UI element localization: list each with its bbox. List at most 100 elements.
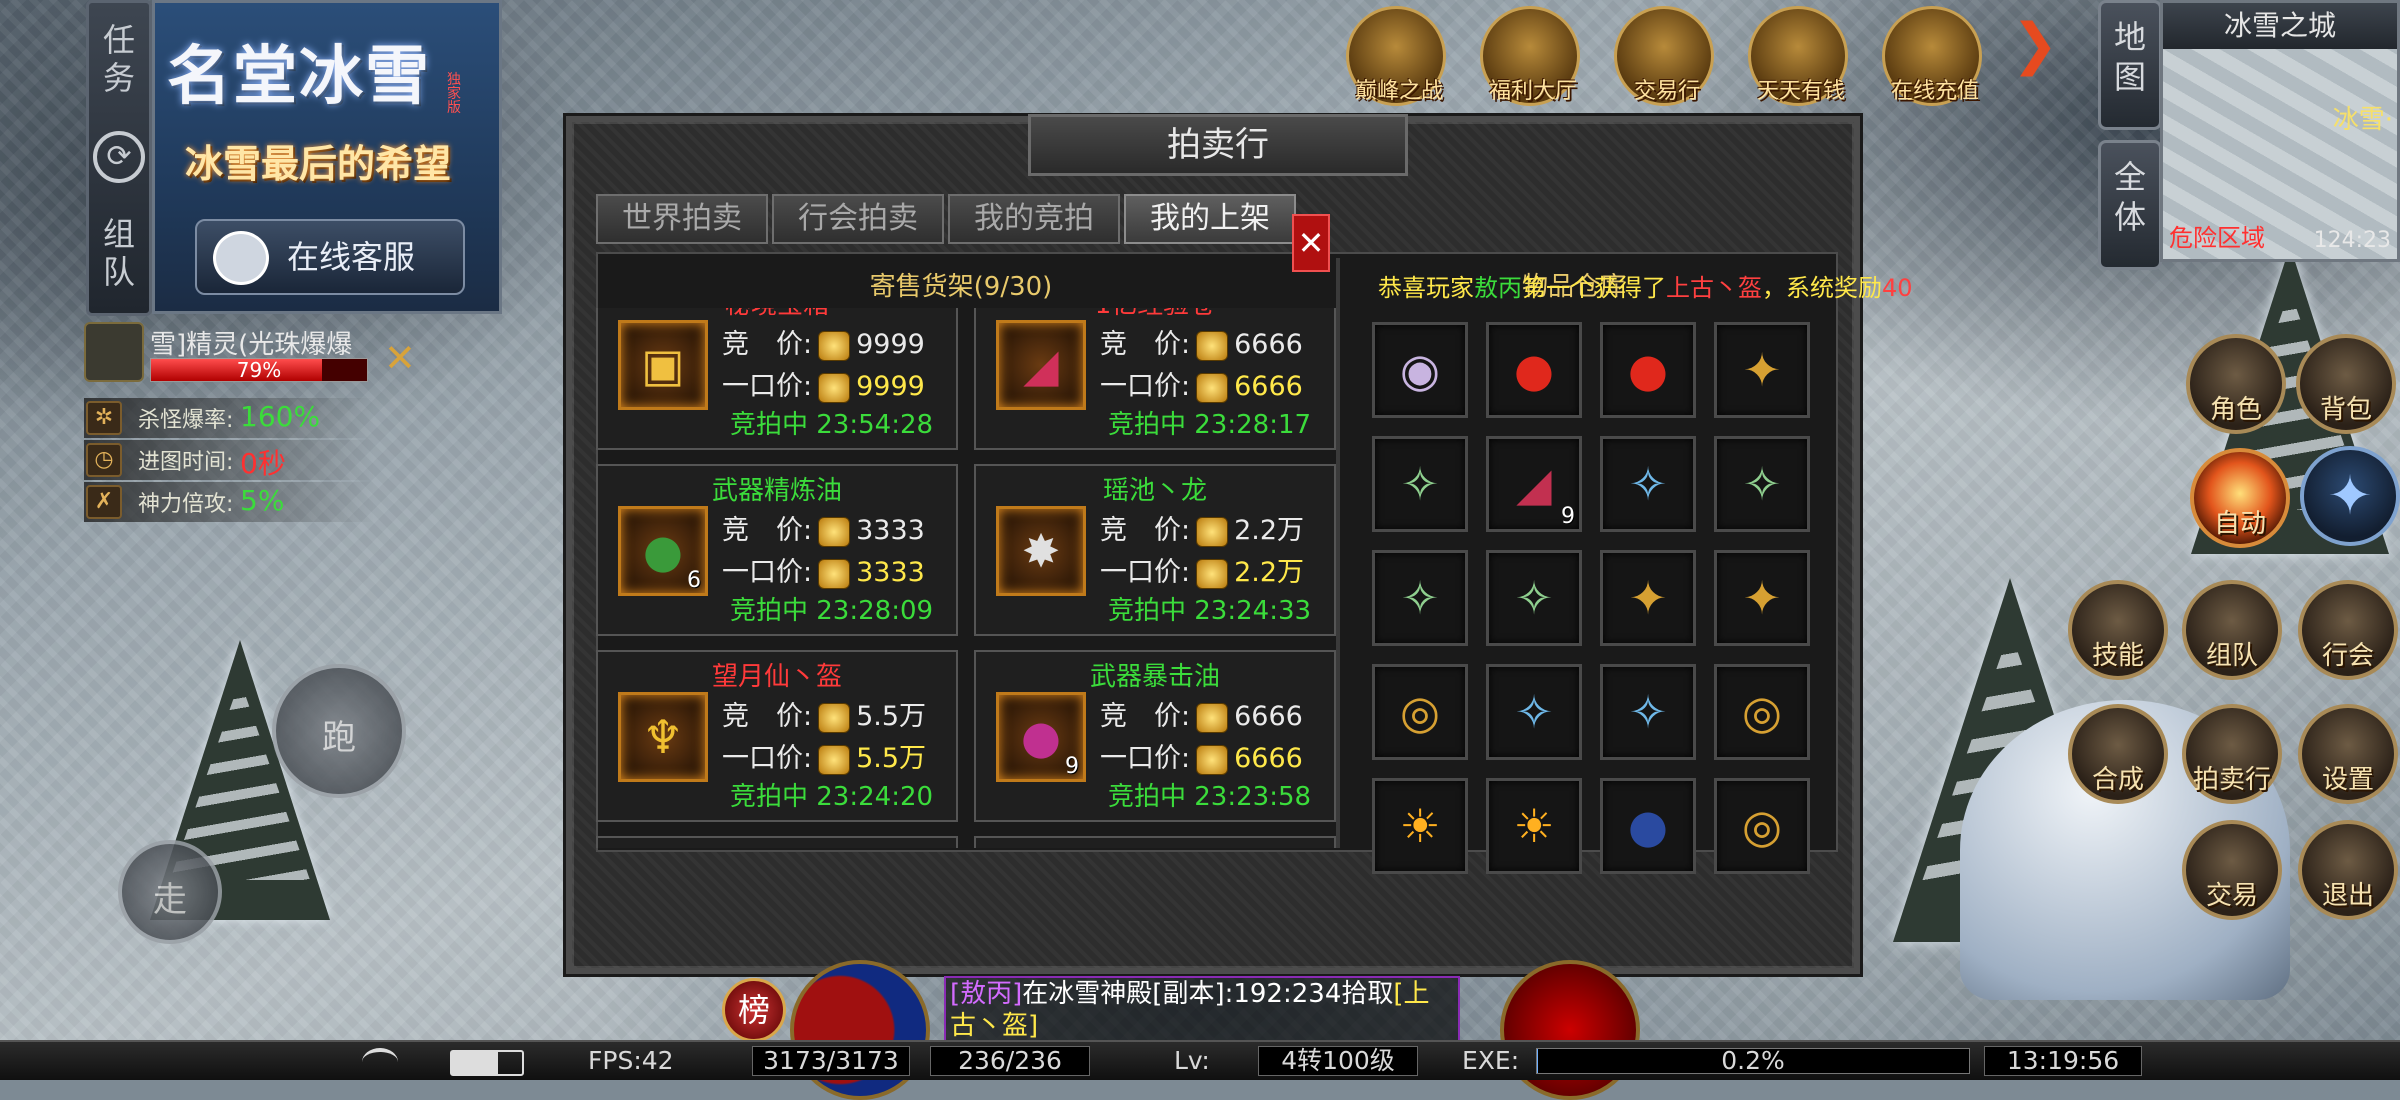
inventory-slot[interactable]: ●: [1600, 778, 1696, 874]
menu-button[interactable]: 技能: [2068, 580, 2168, 680]
buyout-price: 2.2万: [1234, 557, 1305, 588]
item-name: 武器暴击油: [1089, 662, 1220, 692]
minimap-view[interactable]: 冰雪· 危险区域 124:23: [2163, 49, 2397, 259]
menu-button[interactable]: 背包: [2296, 334, 2396, 434]
top-event-button[interactable]: 福利大厅: [1480, 6, 1580, 106]
inventory-slot[interactable]: ✧: [1714, 436, 1810, 532]
player-status: 雪]精灵(光珠爆爆 79%: [84, 322, 374, 384]
item-icon: ✧: [1514, 571, 1554, 625]
listing-card[interactable]: 武器精炼油 ● 6 竞 价: 3333 一口价: 3333 竞拍中 23:28:09: [596, 464, 958, 636]
menu-button[interactable]: 交易: [2182, 820, 2282, 920]
inventory-grid[interactable]: ◉ ● ● ✦ ✧ ◢ 9 ✧ ✧ ✧ ✧ ✦ ✦ ◎ ✧ ✧ ◎ ☀ ☀ ● ◎: [1372, 322, 1832, 874]
inventory-slot[interactable]: ☀: [1486, 778, 1582, 874]
item-icon: ✧: [1628, 685, 1668, 739]
gold-coin-icon: [818, 744, 851, 775]
close-button[interactable]: ✕: [1292, 214, 1330, 272]
inventory-slot[interactable]: ◎: [1714, 778, 1810, 874]
inventory-slot[interactable]: ✧: [1372, 436, 1468, 532]
menu-button-label: 背包: [2319, 395, 2372, 425]
walk-joystick[interactable]: 走: [118, 840, 222, 944]
refresh-icon[interactable]: ⟳: [89, 131, 149, 183]
top-event-button[interactable]: 在线充值: [1882, 6, 1982, 106]
item-icon[interactable]: ● 6: [618, 506, 708, 596]
menu-button[interactable]: 组队: [2182, 580, 2282, 680]
online-support-label: 在线客服: [287, 238, 416, 276]
inventory-slot[interactable]: ✧: [1372, 550, 1468, 646]
run-button[interactable]: 跑: [272, 664, 406, 798]
tab-4[interactable]: 我的上架: [1124, 194, 1296, 244]
minimap[interactable]: 冰雪之城 冰雪· 危险区域 124:23: [2160, 0, 2400, 262]
inventory-slot[interactable]: ✧: [1600, 436, 1696, 532]
item-icon[interactable]: ♆: [618, 692, 708, 782]
item-icon: ☀: [1399, 799, 1441, 853]
item-icon[interactable]: ✸: [996, 506, 1086, 596]
gold-coin-icon: [818, 516, 851, 547]
inventory-slot[interactable]: ✧: [1600, 664, 1696, 760]
tab-2[interactable]: 行会拍卖: [772, 194, 944, 244]
dragon-avatar-icon[interactable]: [84, 322, 144, 382]
listing-card[interactable]: 武器暴击油 ● 9 竞 价: 6666 一口价: 6666 竞拍中 23:23:58: [974, 650, 1336, 822]
all-channel-button[interactable]: 全体: [2098, 140, 2162, 270]
menu-button[interactable]: 合成: [2068, 704, 2168, 804]
inventory-slot[interactable]: ✧: [1486, 550, 1582, 646]
menu-button-label: 设置: [2321, 765, 2374, 795]
menu-button[interactable]: 行会: [2298, 580, 2398, 680]
banner-slogan: 冰雪最后的希望: [185, 144, 452, 186]
listing-card[interactable]: 秘境宝箱▣竞 价:9999一口价:9999竞拍中 23:54:28: [596, 308, 958, 450]
stat-label: 杀怪爆率:: [138, 408, 234, 433]
side-menu: 任务 ⟳ 组队: [86, 0, 152, 316]
top-event-button[interactable]: 天天有钱: [1748, 6, 1848, 106]
task-button[interactable]: 任务: [89, 21, 149, 97]
item-icon: ◎: [1741, 799, 1783, 853]
inventory-slot[interactable]: ◎: [1714, 664, 1810, 760]
gold-coin-icon: [1196, 516, 1229, 547]
ranking-button[interactable]: 榜: [722, 978, 786, 1042]
item-icon[interactable]: ● 9: [996, 692, 1086, 782]
listing-card[interactable]: 望月仙丶盔 ♆ 竞 价: 5.5万 一口价: 5.5万 竞拍中 23:24:20: [596, 650, 958, 822]
menu-button[interactable]: 退出: [2298, 820, 2398, 920]
stat-value: 160%: [240, 400, 321, 433]
listing-card[interactable]: 沧店宝珠②: [596, 836, 958, 848]
menu-button[interactable]: 设置: [2298, 704, 2398, 804]
inventory-slot[interactable]: ◢ 9: [1486, 436, 1582, 532]
inventory-slot[interactable]: ✦: [1714, 322, 1810, 418]
menu-button[interactable]: 自动: [2190, 448, 2290, 548]
online-support-button[interactable]: 在线客服: [195, 219, 465, 295]
stat-value: 0秒: [240, 447, 286, 480]
auction-status: 竞拍中 23:54:28: [730, 410, 934, 440]
team-button[interactable]: 组队: [89, 215, 149, 291]
map-button[interactable]: 地图: [2098, 0, 2162, 130]
listing-grid[interactable]: 秘境宝箱▣竞 价:9999一口价:9999竞拍中 23:54:281亿经验卷◢竞…: [596, 308, 1336, 848]
inventory-slot[interactable]: ◉: [1372, 322, 1468, 418]
inventory-slot[interactable]: ✦: [1714, 550, 1810, 646]
compass-icon[interactable]: ✦: [2300, 446, 2400, 546]
listing-card[interactable]: 1亿经验卷◢竞 价:6666一口价:6666竞拍中 23:28:17: [974, 308, 1336, 450]
menu-button-label: 角色: [2209, 395, 2262, 425]
inventory-slot[interactable]: ●: [1486, 322, 1582, 418]
crossed-swords-icon[interactable]: ✕: [384, 336, 416, 380]
top-event-button[interactable]: 巅峰之战: [1346, 6, 1446, 106]
listing-card[interactable]: 【残】流光: [974, 836, 1336, 848]
listing-card[interactable]: 瑶池丶龙 ✸ 竞 价: 2.2万 一口价: 2.2万 竞拍中 23:24:33: [974, 464, 1336, 636]
inventory-slot[interactable]: ☀: [1372, 778, 1468, 874]
item-icon: ☀: [1513, 799, 1555, 853]
item-icon[interactable]: ▣: [618, 320, 708, 410]
bid-price: 2.2万: [1234, 515, 1305, 546]
bid-price: 9999: [856, 329, 925, 360]
chat-message[interactable]: [敖丙]在冰雪神殿[副本]:192:234拾取[上古丶盔]: [944, 976, 1460, 1042]
auction-status: 竞拍中 23:28:17: [1108, 410, 1312, 440]
item-icon: ●: [1627, 799, 1669, 853]
inventory-slot[interactable]: ✦: [1600, 550, 1696, 646]
item-icon[interactable]: ◢: [996, 320, 1086, 410]
top-event-button[interactable]: 交易行: [1614, 6, 1714, 106]
buyout-price: 5.5万: [856, 743, 927, 774]
menu-button-label: 合成: [2091, 765, 2144, 795]
inventory-slot[interactable]: ◎: [1372, 664, 1468, 760]
menu-button[interactable]: 拍卖行: [2182, 704, 2282, 804]
collapse-chevron-icon[interactable]: ❯: [2000, 12, 2070, 82]
tab-1[interactable]: 世界拍卖: [596, 194, 768, 244]
tab-3[interactable]: 我的竞拍: [948, 194, 1120, 244]
inventory-slot[interactable]: ✧: [1486, 664, 1582, 760]
menu-button[interactable]: 角色: [2186, 334, 2286, 434]
inventory-slot[interactable]: ●: [1600, 322, 1696, 418]
